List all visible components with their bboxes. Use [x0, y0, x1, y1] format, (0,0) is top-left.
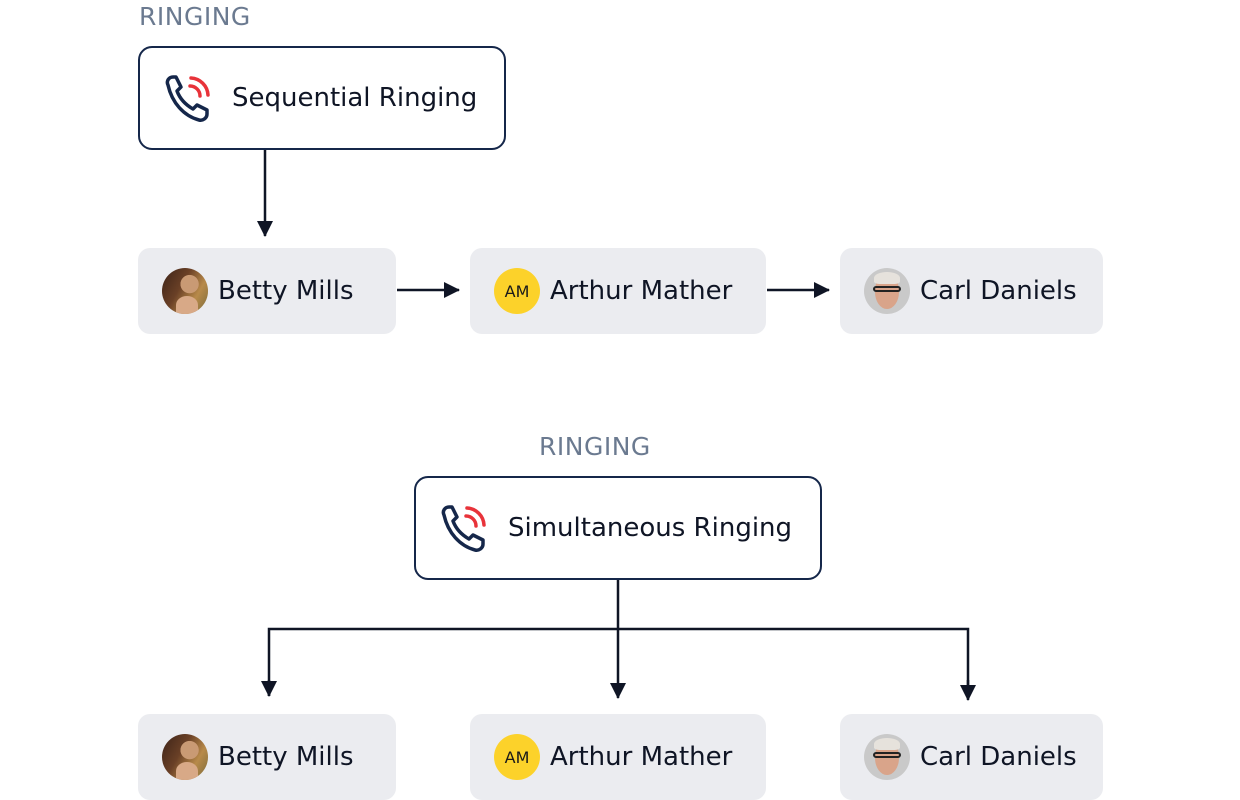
- simultaneous-ringing-box[interactable]: Simultaneous Ringing: [414, 476, 822, 580]
- avatar-initials-arthur-mather: AM: [494, 268, 540, 314]
- avatar-photo-betty-mills: [162, 734, 208, 780]
- avatar-photo-carl-daniels: [864, 268, 910, 314]
- person-card-betty-mills-simultaneous[interactable]: Betty Mills: [138, 714, 396, 800]
- sequential-ringing-label: Sequential Ringing: [232, 83, 478, 113]
- person-name: Arthur Mather: [550, 276, 733, 306]
- sequential-ringing-box[interactable]: Sequential Ringing: [138, 46, 506, 150]
- person-name: Betty Mills: [218, 742, 354, 772]
- phone-ringing-icon: [165, 75, 210, 122]
- avatar-photo-betty-mills: [162, 268, 208, 314]
- person-name: Betty Mills: [218, 276, 354, 306]
- person-card-carl-daniels-sequential[interactable]: Carl Daniels: [840, 248, 1103, 334]
- person-card-betty-mills-sequential[interactable]: Betty Mills: [138, 248, 396, 334]
- avatar-photo-carl-daniels: [864, 734, 910, 780]
- phone-ringing-icon: [441, 505, 486, 552]
- person-card-arthur-mather-simultaneous[interactable]: AM Arthur Mather: [470, 714, 766, 800]
- simultaneous-ringing-label: Simultaneous Ringing: [508, 513, 793, 543]
- person-card-arthur-mather-sequential[interactable]: AM Arthur Mather: [470, 248, 766, 334]
- person-card-carl-daniels-simultaneous[interactable]: Carl Daniels: [840, 714, 1103, 800]
- avatar-initials-arthur-mather: AM: [494, 734, 540, 780]
- section-label-sequential: RINGING: [139, 2, 251, 31]
- person-name: Carl Daniels: [920, 742, 1077, 772]
- person-name: Carl Daniels: [920, 276, 1077, 306]
- person-name: Arthur Mather: [550, 742, 733, 772]
- section-label-simultaneous: RINGING: [539, 432, 651, 461]
